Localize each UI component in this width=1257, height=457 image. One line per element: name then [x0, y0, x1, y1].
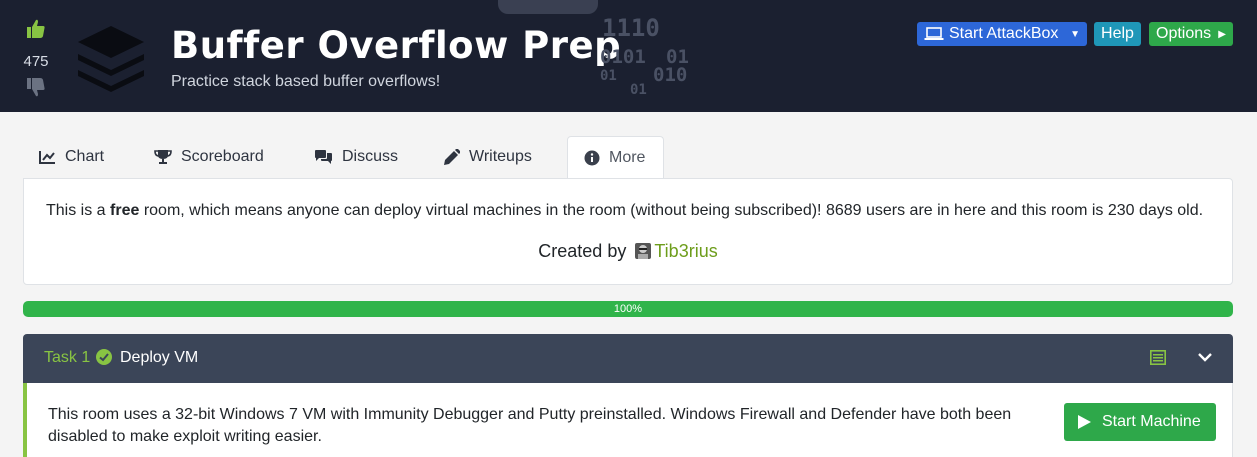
tab-label: More — [609, 149, 646, 166]
info-circle-icon — [584, 150, 600, 166]
tab-more[interactable]: More — [567, 136, 664, 179]
header-decoration — [498, 0, 598, 14]
thumbs-down-icon[interactable] — [14, 76, 58, 103]
start-attackbox-label: Start AttackBox — [949, 25, 1059, 42]
start-machine-label: Start Machine — [1102, 413, 1201, 430]
task-list-icon[interactable] — [1150, 350, 1166, 365]
info-text-end: room, which means anyone can deploy virt… — [139, 202, 1204, 219]
task-body: This room uses a 32-bit Windows 7 VM wit… — [23, 383, 1233, 457]
thumbs-up-icon[interactable] — [14, 18, 58, 45]
options-button[interactable]: Options ▶ — [1149, 22, 1233, 46]
room-subtitle: Practice stack based buffer overflows! — [171, 73, 441, 90]
tab-label: Writeups — [469, 148, 532, 165]
room-progress-bar: 100% — [23, 301, 1233, 317]
room-header: 475 Buffer Overflow Prep Practice stack … — [0, 0, 1257, 112]
binary-text: 01 — [600, 68, 617, 84]
tab-writeups[interactable]: Writeups — [427, 136, 548, 178]
caret-right-icon: ▶ — [1218, 28, 1226, 40]
help-button[interactable]: Help — [1094, 22, 1141, 46]
caret-down-icon[interactable]: ▼ — [1070, 29, 1080, 40]
binary-text: 0101 — [600, 46, 646, 68]
room-info-panel: This is a free room, which means anyone … — [23, 178, 1233, 285]
free-label: free — [110, 202, 140, 219]
tab-label: Scoreboard — [181, 148, 264, 165]
vote-widget: 475 — [14, 18, 58, 103]
options-label: Options — [1156, 25, 1212, 42]
progress-fill: 100% — [23, 301, 1233, 317]
start-attackbox-button[interactable]: Start AttackBox ▼ — [917, 22, 1087, 46]
binary-text: 010 — [653, 64, 688, 86]
avatar[interactable] — [635, 243, 652, 259]
tab-label: Chart — [65, 148, 105, 165]
check-circle-icon — [96, 349, 112, 365]
start-machine-button[interactable]: Start Machine — [1064, 403, 1216, 441]
room-tabs: Chart Scoreboard Discuss Writeups More — [23, 136, 1233, 179]
tab-chart[interactable]: Chart — [23, 136, 120, 178]
room-title: Buffer Overflow Prep — [171, 24, 622, 67]
room-info-text: This is a free room, which means anyone … — [46, 202, 1203, 220]
chevron-down-icon[interactable] — [1197, 351, 1213, 363]
room-logo-layers-icon — [74, 24, 148, 99]
task-description: This room uses a 32-bit Windows 7 VM wit… — [48, 406, 1012, 445]
created-by: Created by Tib3rius — [24, 241, 1232, 262]
binary-text: 1110 — [602, 14, 660, 42]
author-link[interactable]: Tib3rius — [654, 241, 717, 261]
created-by-label: Created by — [538, 241, 627, 261]
binary-decoration: 1110 0101 01 01 010 01 — [596, 0, 706, 112]
laptop-icon — [924, 27, 944, 40]
trophy-icon — [154, 150, 172, 164]
upvote-count: 475 — [23, 53, 49, 70]
binary-text: 01 — [630, 82, 647, 98]
task-number: Task 1 — [44, 349, 91, 366]
comments-icon — [315, 150, 332, 164]
chart-line-icon — [39, 151, 55, 164]
task-header[interactable]: Task 1 Deploy VM — [23, 334, 1233, 383]
info-text-start: This is a — [46, 202, 111, 219]
tab-discuss[interactable]: Discuss — [298, 136, 414, 178]
play-icon — [1078, 415, 1091, 429]
pen-icon — [444, 148, 460, 165]
progress-label: 100% — [613, 303, 643, 315]
task-title: Deploy VM — [120, 349, 199, 366]
tab-scoreboard[interactable]: Scoreboard — [138, 136, 280, 178]
tab-label: Discuss — [342, 148, 399, 165]
